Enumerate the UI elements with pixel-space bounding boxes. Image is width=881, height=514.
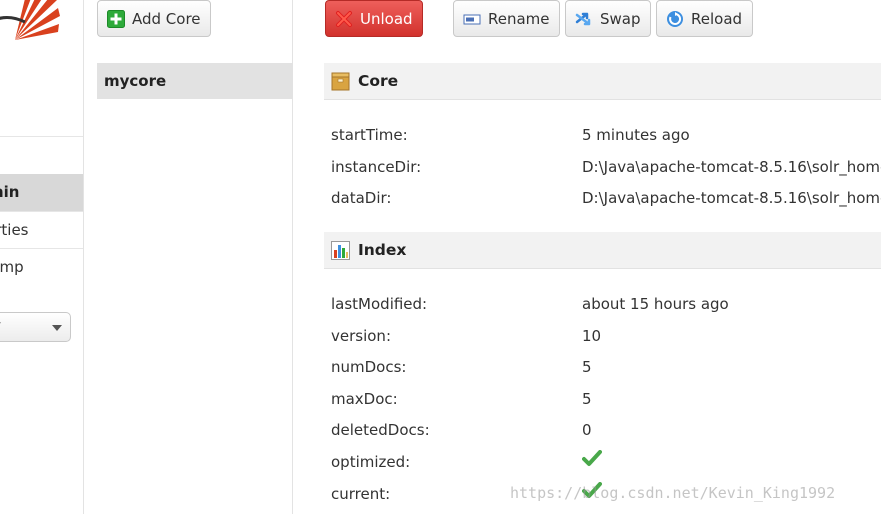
index-section-title: Index [358, 241, 407, 259]
core-field-row: instanceDir: D:\Java\apache-tomcat-8.5.1… [331, 158, 881, 182]
rename-button[interactable]: Rename [453, 0, 560, 37]
reload-icon [667, 10, 683, 27]
core-selector-dropdown[interactable]: r [0, 312, 71, 342]
rename-label: Rename [488, 9, 550, 28]
nav-item-label: ump [0, 258, 24, 276]
index-field-row: optimized: [331, 450, 881, 477]
field-key: current: [331, 485, 391, 503]
index-field-row: numDocs: 5 [331, 358, 881, 382]
nav-item-java-properties[interactable]: erties [0, 212, 83, 249]
nav-item-dashboard[interactable]: d [0, 98, 83, 135]
box-icon [331, 72, 350, 90]
field-key: deletedDocs: [331, 421, 430, 439]
reload-label: Reload [691, 9, 743, 28]
plus-icon [107, 9, 125, 28]
index-field-row: deletedDocs: 0 [331, 421, 881, 445]
unload-button[interactable]: Unload [325, 0, 423, 37]
swap-label: Swap [600, 9, 641, 28]
field-value: 5 [582, 358, 592, 376]
main-nav: d min erties ump r [0, 0, 84, 514]
field-value: about 15 hours ago [582, 295, 729, 313]
bar-chart-icon [331, 240, 350, 260]
core-list-item-mycore[interactable]: mycore [97, 63, 293, 99]
field-key: version: [331, 327, 391, 345]
add-core-label: Add Core [132, 9, 201, 28]
field-key: maxDoc: [331, 390, 398, 408]
solr-logo-icon [0, 0, 60, 40]
nav-item-core-admin[interactable]: min [0, 174, 83, 211]
nav-item-thread-dump[interactable]: ump [0, 249, 83, 286]
index-field-row: lastModified: about 15 hours ago [331, 295, 881, 319]
add-core-button[interactable]: Add Core [97, 0, 211, 37]
field-key: optimized: [331, 453, 411, 471]
core-section-title: Core [358, 72, 399, 90]
cross-icon [336, 10, 352, 27]
field-key: numDocs: [331, 358, 407, 376]
field-value: D:\Java\apache-tomcat-8.5.16\solr_home [582, 189, 881, 207]
unload-label: Unload [360, 9, 413, 28]
core-field-row: startTime: 5 minutes ago [331, 126, 881, 150]
core-section-header: Core [324, 63, 881, 100]
field-value: D:\Java\apache-tomcat-8.5.16\solr_home [582, 158, 881, 176]
swap-button[interactable]: Swap [565, 0, 651, 37]
field-value: 5 [582, 390, 592, 408]
core-name: mycore [104, 72, 167, 90]
watermark-text: https://blog.csdn.net/Kevin_King1992 [510, 484, 836, 502]
field-key: lastModified: [331, 295, 428, 313]
core-detail-panel: Unload Rename Swap Reload Core startTime… [294, 0, 881, 514]
nav-item-label: erties [0, 221, 29, 239]
index-section-header: Index [324, 232, 881, 269]
index-field-row: maxDoc: 5 [331, 390, 881, 414]
index-field-row: version: 10 [331, 327, 881, 351]
core-field-row: dataDir: D:\Java\apache-tomcat-8.5.16\so… [331, 189, 881, 213]
core-list-panel: Add Core mycore [85, 0, 293, 514]
field-key: dataDir: [331, 189, 392, 207]
core-selector-value: r [0, 318, 1, 334]
chevron-down-icon [52, 325, 62, 331]
nav-divider [0, 136, 83, 137]
field-value: 5 minutes ago [582, 126, 690, 144]
reload-button[interactable]: Reload [656, 0, 753, 37]
swap-arrows-icon [575, 12, 591, 25]
field-value: 0 [582, 421, 592, 439]
field-value: 10 [582, 327, 602, 345]
nav-item-label: min [0, 183, 20, 201]
field-key: instanceDir: [331, 158, 422, 176]
field-key: startTime: [331, 126, 408, 144]
rename-icon [463, 14, 481, 24]
checkmark-icon [582, 450, 602, 466]
